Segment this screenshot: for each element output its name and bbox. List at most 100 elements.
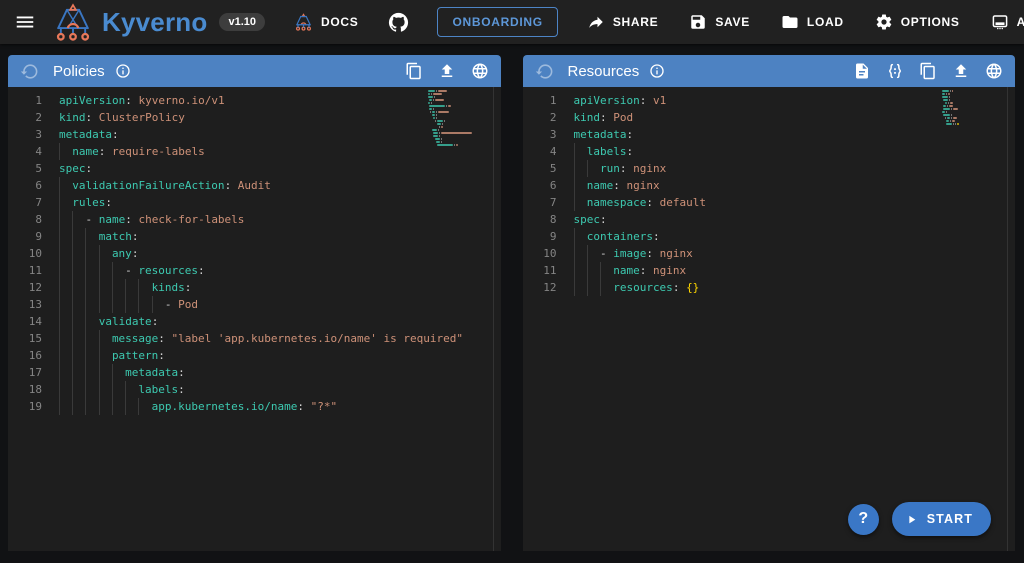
upload-icon[interactable] xyxy=(952,62,970,80)
line-number: 14 xyxy=(8,313,42,330)
resources-actions xyxy=(853,62,1003,80)
code-line[interactable]: 9containers: xyxy=(523,228,1016,245)
code-line[interactable]: 13- Pod xyxy=(8,296,501,313)
minimap[interactable] xyxy=(428,90,490,147)
code-line[interactable]: 11- resources: xyxy=(8,262,501,279)
share-icon xyxy=(587,13,605,31)
menu-button[interactable] xyxy=(14,10,36,34)
kyverno-docs-icon xyxy=(294,13,313,31)
code-line[interactable]: 5run: nginx xyxy=(523,160,1016,177)
options-label: OPTIONS xyxy=(901,15,960,29)
start-label: START xyxy=(927,512,973,526)
code-line[interactable]: 10any: xyxy=(8,245,501,262)
kyverno-logo-icon xyxy=(52,2,94,42)
code-line[interactable]: 3metadata: xyxy=(523,126,1016,143)
code-line[interactable]: 7namespace: default xyxy=(523,194,1016,211)
info-icon[interactable] xyxy=(649,63,665,79)
upload-icon[interactable] xyxy=(438,62,456,80)
action-buttons: ? START xyxy=(848,502,991,536)
line-number: 9 xyxy=(523,228,557,245)
code-line[interactable]: 12resources: {} xyxy=(523,279,1016,296)
code-line[interactable]: 9match: xyxy=(8,228,501,245)
code-brackets-icon[interactable] xyxy=(886,62,904,80)
code-line[interactable]: 6name: nginx xyxy=(523,177,1016,194)
code-line[interactable]: 6validationFailureAction: Audit xyxy=(8,177,501,194)
code-line[interactable]: 16pattern: xyxy=(8,347,501,364)
line-number: 17 xyxy=(8,364,42,381)
line-number: 15 xyxy=(8,330,42,347)
overview-ruler xyxy=(1007,87,1015,551)
overview-ruler xyxy=(493,87,501,551)
line-number: 10 xyxy=(523,245,557,262)
github-icon xyxy=(387,11,410,34)
start-button[interactable]: START xyxy=(892,502,991,536)
docs-label: DOCS xyxy=(321,15,358,29)
line-number: 6 xyxy=(8,177,42,194)
save-label: SAVE xyxy=(715,15,750,29)
code-line[interactable]: 17metadata: xyxy=(8,364,501,381)
restore-icon[interactable] xyxy=(20,62,39,81)
line-number: 8 xyxy=(8,211,42,228)
version-badge: v1.10 xyxy=(219,13,265,31)
help-button[interactable]: ? xyxy=(848,504,879,535)
code-line[interactable]: 12kinds: xyxy=(8,279,501,296)
code-line[interactable]: 7rules: xyxy=(8,194,501,211)
line-number: 10 xyxy=(8,245,42,262)
github-button[interactable] xyxy=(387,11,410,34)
code-line[interactable]: 8spec: xyxy=(523,211,1016,228)
options-button[interactable]: OPTIONS xyxy=(873,7,962,37)
policies-title: Policies xyxy=(53,63,105,80)
onboarding-button[interactable]: ONBOARDING xyxy=(437,7,557,37)
code-line[interactable]: 15message: "label 'app.kubernetes.io/nam… xyxy=(8,330,501,347)
line-number: 11 xyxy=(8,262,42,279)
globe-icon[interactable] xyxy=(985,62,1003,80)
docs-button[interactable]: DOCS xyxy=(292,7,360,37)
line-number: 6 xyxy=(523,177,557,194)
play-icon xyxy=(905,513,918,526)
line-number: 4 xyxy=(8,143,42,160)
save-button[interactable]: SAVE xyxy=(687,7,752,37)
resources-editor[interactable]: 1apiVersion: v12kind: Pod3metadata:4labe… xyxy=(523,87,1016,551)
line-number: 7 xyxy=(523,194,557,211)
code-line[interactable]: 11name: nginx xyxy=(523,262,1016,279)
line-number: 11 xyxy=(523,262,557,279)
code-line[interactable]: 4labels: xyxy=(523,143,1016,160)
code-line[interactable]: 18labels: xyxy=(8,381,501,398)
globe-icon[interactable] xyxy=(471,62,489,80)
save-icon xyxy=(689,13,707,31)
load-label: LOAD xyxy=(807,15,844,29)
code-line[interactable]: 14validate: xyxy=(8,313,501,330)
restore-icon[interactable] xyxy=(535,62,554,81)
gear-icon xyxy=(875,13,893,31)
minimap[interactable] xyxy=(942,90,1004,126)
policies-editor[interactable]: 1apiVersion: kyverno.io/v12kind: Cluster… xyxy=(8,87,501,551)
line-number: 3 xyxy=(523,126,557,143)
line-number: 5 xyxy=(523,160,557,177)
line-number: 2 xyxy=(523,109,557,126)
resources-panel: Resources xyxy=(523,55,1016,551)
share-button[interactable]: SHARE xyxy=(585,7,661,37)
line-number: 4 xyxy=(523,143,557,160)
share-label: SHARE xyxy=(613,15,659,29)
code-line[interactable]: 19app.kubernetes.io/name: "?*" xyxy=(8,398,501,415)
policies-actions xyxy=(405,62,489,80)
policies-panel-header: Policies xyxy=(8,55,501,87)
resources-panel-header: Resources xyxy=(523,55,1016,87)
brand-name: Kyverno xyxy=(102,7,207,38)
brand: Kyverno v1.10 xyxy=(52,2,265,42)
code-line[interactable]: 5spec: xyxy=(8,160,501,177)
info-icon[interactable] xyxy=(115,63,131,79)
line-number: 7 xyxy=(8,194,42,211)
load-button[interactable]: LOAD xyxy=(779,7,846,37)
line-number: 3 xyxy=(8,126,42,143)
line-number: 1 xyxy=(523,92,557,109)
copy-icon[interactable] xyxy=(919,62,937,80)
line-number: 12 xyxy=(8,279,42,296)
advanced-button[interactable]: ADVANCED xyxy=(989,7,1024,37)
code-line[interactable]: 8- name: check-for-labels xyxy=(8,211,501,228)
main-content: Policies 1apiVersion: kyverno.io/v12kind… xyxy=(0,44,1024,557)
file-document-icon[interactable] xyxy=(853,62,871,80)
code-line[interactable]: 10- image: nginx xyxy=(523,245,1016,262)
copy-icon[interactable] xyxy=(405,62,423,80)
folder-icon xyxy=(781,13,799,31)
